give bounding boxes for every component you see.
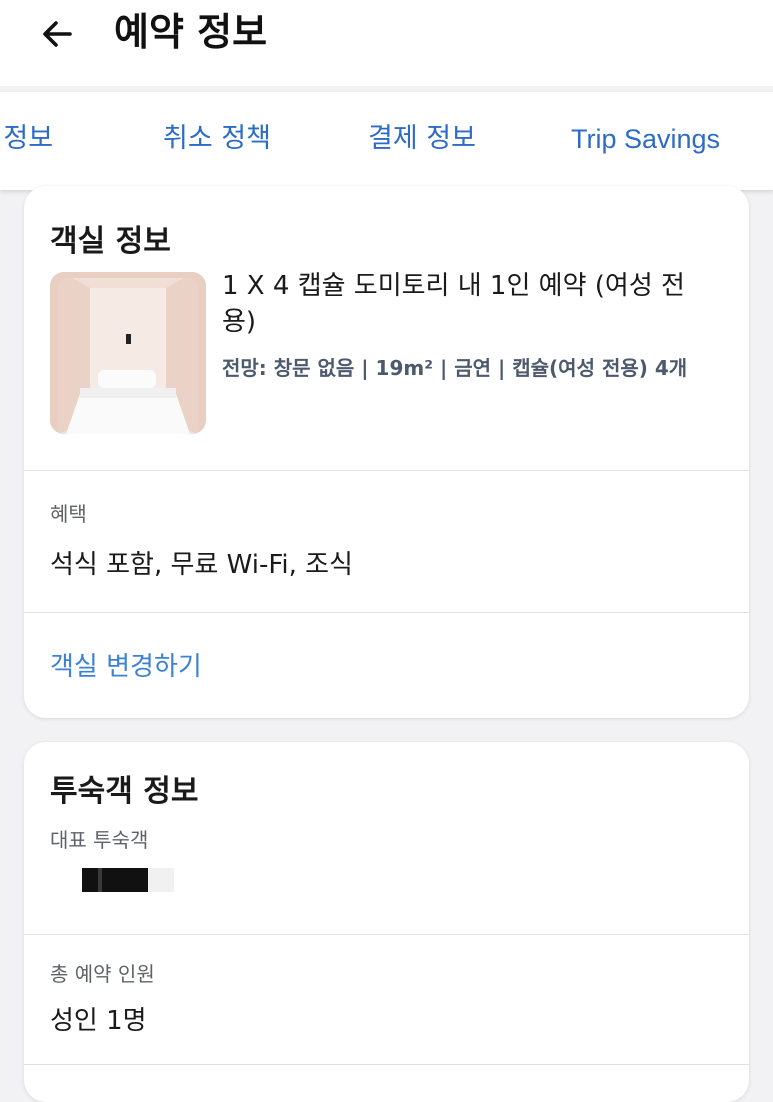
benefits-value: 석식 포함, 무료 Wi-Fi, 조식 <box>50 550 353 580</box>
back-button[interactable] <box>36 12 80 56</box>
guest-info-title: 투숙객 정보 <box>50 774 199 809</box>
tab-trip-savings[interactable]: Trip Savings <box>571 92 720 190</box>
change-room-link[interactable]: 객실 변경하기 <box>50 646 202 683</box>
app-header: 예약 정보 <box>0 0 773 86</box>
divider <box>24 470 749 471</box>
redacted-guest-name <box>82 868 174 892</box>
tab-payment-info[interactable]: 결제 정보 <box>368 92 476 190</box>
divider <box>24 612 749 613</box>
room-name: 1 X 4 캡슐 도미토리 내 1인 예약 (여성 전용) <box>222 271 685 337</box>
divider <box>24 1064 749 1065</box>
lead-guest-label: 대표 투숙객 <box>50 828 149 852</box>
tab-cancellation-policy[interactable]: 취소 정책 <box>163 92 271 190</box>
total-guests-value: 성인 1명 <box>50 1006 147 1036</box>
total-guests-label: 총 예약 인원 <box>50 962 155 986</box>
room-info-title: 객실 정보 <box>50 224 171 259</box>
tab-room-info[interactable]: 객 정보 <box>0 92 53 190</box>
guest-info-card: 투숙객 정보 대표 투숙객 총 예약 인원 성인 1명 <box>24 742 749 1102</box>
room-attributes: 전망: 창문 없음 | 19m² | 금연 | 캡슐(여성 전용) 4개 <box>222 356 688 380</box>
room-info-card: 객실 정보 1 X 4 캡슐 도미토리 내 1인 예약 (여성 전용) 전망: … <box>24 186 749 718</box>
capsule-room-image <box>50 272 206 434</box>
arrow-left-icon <box>43 21 72 47</box>
benefits-label: 혜택 <box>50 502 87 526</box>
tab-bar: 객 정보 취소 정책 결제 정보 Trip Savings <box>0 92 773 190</box>
divider <box>24 934 749 935</box>
room-photo <box>50 272 206 434</box>
page-title: 예약 정보 <box>114 10 268 54</box>
